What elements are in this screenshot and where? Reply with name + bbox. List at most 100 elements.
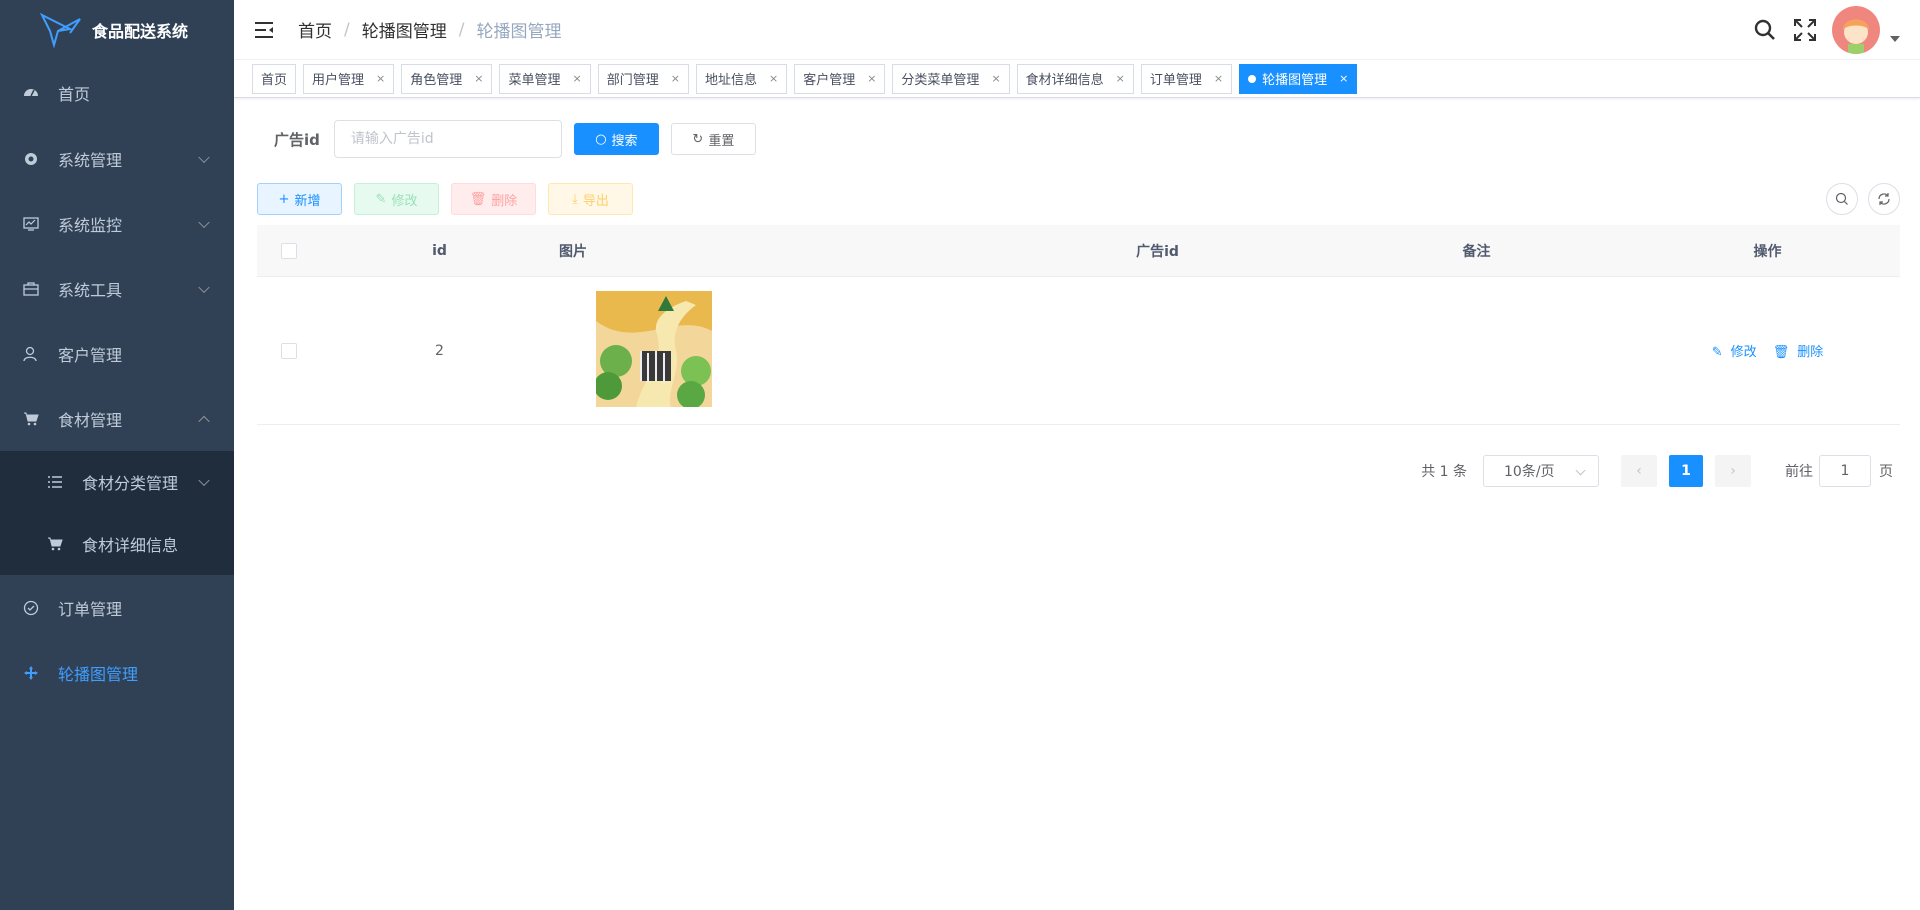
close-icon[interactable]: × [1214, 72, 1223, 85]
sidebar-item-ingredient-details[interactable]: 食材详细信息 [0, 513, 234, 575]
sidebar-item-tools[interactable]: 系统工具 [0, 256, 234, 321]
search-icon[interactable] [1752, 17, 1778, 43]
sidebar-item-ingredients[interactable]: 食材管理 [0, 386, 234, 451]
carousel-image[interactable] [594, 290, 712, 409]
app-title: 食品配送系统 [92, 22, 189, 41]
sidebar-item-label: 食材分类管理 [82, 474, 179, 493]
list-icon [46, 473, 64, 491]
sidebar-item-label: 食材详细信息 [82, 536, 179, 555]
sidebar-item-ingredient-categories[interactable]: 食材分类管理 [0, 451, 234, 513]
trash-icon: 🗑 [1772, 345, 1790, 360]
column-header-ad-id[interactable]: 广告id [997, 241, 1318, 261]
tag-ingredient-details[interactable]: 食材详细信息 × [1016, 63, 1134, 94]
tag-roles[interactable]: 角色管理 × [401, 63, 493, 94]
tag-label: 用户管理 [312, 73, 365, 88]
row-edit-link[interactable]: ✎ 修改 [1708, 341, 1761, 360]
close-icon[interactable]: × [474, 72, 483, 85]
close-icon[interactable]: × [769, 72, 778, 85]
refresh-icon: ↻ [692, 131, 704, 147]
ad-id-input[interactable] [333, 120, 562, 158]
sidebar-item-orders[interactable]: 订单管理 [0, 575, 234, 640]
delete-button[interactable]: 🗑 删除 [451, 183, 536, 215]
search-icon [1835, 192, 1848, 205]
chevron-up-icon [198, 415, 210, 427]
pagination: 共 1 条 10条/页 ‹ 1 › 前往 1 页 [257, 455, 1900, 487]
row-edit-label: 修改 [1730, 345, 1757, 360]
search-button[interactable]: ○ 搜索 [573, 123, 659, 155]
tag-menus[interactable]: 菜单管理 × [499, 63, 591, 94]
sidebar-item-customers[interactable]: 客户管理 [0, 321, 234, 386]
refresh-icon [1878, 193, 1890, 205]
tag-label: 部门管理 [606, 73, 659, 88]
avatar[interactable] [1832, 6, 1880, 54]
content: 广告id ○搜索 ↻重置 +新增 ✎修改 🗑删除 ⤓导出 id 图片 广告id … [234, 120, 1920, 487]
select-all-checkbox[interactable] [280, 242, 297, 259]
add-button[interactable]: + 新增 [257, 183, 342, 215]
active-dot-icon [1248, 74, 1257, 83]
breadcrumb-current: 轮播图管理 [476, 22, 562, 42]
sidebar-item-home[interactable]: 首页 [0, 60, 234, 126]
fullscreen-icon[interactable] [1792, 17, 1818, 43]
search-icon: ○ [595, 131, 607, 147]
close-icon[interactable]: × [1339, 72, 1348, 85]
plus-icon: + [278, 191, 290, 207]
close-icon[interactable]: × [376, 72, 385, 85]
column-header-remark[interactable]: 备注 [1318, 241, 1635, 261]
tag-orders[interactable]: 订单管理 × [1140, 63, 1233, 94]
prev-page-button[interactable]: ‹ [1621, 455, 1657, 487]
refresh-button[interactable] [1868, 183, 1900, 215]
caret-down-icon[interactable] [1890, 36, 1900, 42]
tag-addresses[interactable]: 地址信息 × [695, 63, 788, 94]
cart-icon [46, 535, 64, 553]
close-icon[interactable]: × [671, 72, 680, 85]
table-header: id 图片 广告id 备注 操作 [257, 225, 1900, 277]
page-size-value: 10条/页 [1504, 464, 1555, 480]
gear-icon [22, 150, 40, 168]
tag-label: 地址信息 [704, 73, 757, 88]
column-header-id[interactable]: id [320, 243, 559, 259]
breadcrumb-carousel[interactable]: 轮播图管理 [362, 17, 447, 42]
next-page-button[interactable]: › [1715, 455, 1751, 487]
breadcrumb-home[interactable]: 首页 [298, 17, 332, 42]
close-icon[interactable]: × [573, 72, 582, 85]
toggle-search-button[interactable] [1826, 183, 1858, 215]
tag-home[interactable]: 首页 [252, 63, 297, 94]
sidebar-item-system[interactable]: 系统管理 [0, 126, 234, 191]
sidebar-item-label: 食材管理 [58, 410, 123, 430]
table-row[interactable]: 2 ✎ 修改 🗑 删除 [257, 277, 1900, 425]
reset-button[interactable]: ↻ 重置 [670, 123, 756, 155]
tag-category-menu[interactable]: 分类菜单管理 × [892, 63, 1010, 94]
page-number-button[interactable]: 1 [1669, 455, 1703, 487]
search-button-label: 搜索 [611, 133, 638, 149]
tag-label: 客户管理 [803, 73, 856, 88]
sidebar-item-label: 系统工具 [58, 280, 123, 300]
sidebar-item-monitor[interactable]: 系统监控 [0, 191, 234, 256]
cart-icon [22, 410, 40, 428]
column-header-image[interactable]: 图片 [559, 241, 997, 261]
delete-button-label: 删除 [491, 193, 518, 209]
goto-page-input[interactable]: 1 [1819, 455, 1871, 487]
tag-carousel[interactable]: 轮播图管理 × [1239, 63, 1358, 94]
page-size-select[interactable]: 10条/页 [1483, 455, 1599, 487]
tag-departments[interactable]: 部门管理 × [597, 63, 689, 94]
chevron-down-icon [198, 281, 210, 293]
export-button[interactable]: ⤓ 导出 [548, 183, 633, 215]
tags-view: 首页 用户管理 × 角色管理 × 菜单管理 × 部门管理 × 地址信息 × 客户管理 × 分… [234, 60, 1920, 98]
close-icon[interactable]: × [991, 72, 1000, 85]
chevron-down-icon [1575, 465, 1586, 476]
edit-button[interactable]: ✎ 修改 [354, 183, 439, 215]
app-logo[interactable]: 食品配送系统 [0, 0, 234, 60]
hamburger-icon[interactable] [252, 18, 276, 42]
tag-customers[interactable]: 客户管理 × [794, 63, 886, 94]
sidebar-item-label: 首页 [58, 85, 91, 104]
tag-users[interactable]: 用户管理 × [303, 63, 395, 94]
breadcrumb: 首页 / 轮播图管理 / 轮播图管理 [298, 17, 562, 43]
close-icon[interactable]: × [867, 72, 876, 85]
pagination-total: 共 1 条 [1421, 464, 1467, 480]
close-icon[interactable]: × [1116, 72, 1125, 85]
row-checkbox[interactable] [280, 342, 297, 359]
user-icon [22, 345, 40, 363]
sidebar-item-carousel[interactable]: 轮播图管理 [0, 640, 234, 705]
edit-icon: ✎ [375, 191, 387, 207]
row-delete-link[interactable]: 🗑 删除 [1769, 341, 1828, 360]
